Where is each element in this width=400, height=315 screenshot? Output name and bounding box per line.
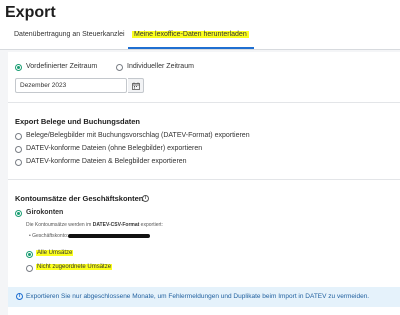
export-panel: Vordefinierter Zeitraum Individueller Ze…	[8, 52, 400, 315]
active-tab-indicator	[128, 47, 254, 49]
page-title: Export	[5, 4, 56, 21]
label-belege-buchungsvorschlag: Belege/Belegbilder mit Buchungsvorschlag…	[26, 132, 250, 139]
radio-belege-buchungsvorschlag[interactable]	[15, 133, 22, 140]
page-header: Export Datenübertragung an Steuerkanzlei…	[0, 0, 400, 50]
tab-daten-herunterladen[interactable]: Meine lexoffice-Daten herunterladen	[132, 31, 249, 38]
label-girokonten: Girokonten	[26, 209, 64, 216]
info-banner-text: Exportieren Sie nur abgeschlossene Monat…	[26, 293, 370, 300]
section-divider	[8, 179, 400, 180]
period-select-value: Dezember 2023	[20, 82, 67, 89]
account-transactions-heading: Kontoumsätze der Geschäftskonten	[15, 194, 144, 203]
radio-alle-umsaetze[interactable]	[26, 251, 33, 258]
info-banner: i Exportieren Sie nur abgeschlossene Mon…	[8, 287, 400, 307]
radio-individueller-zeitraum[interactable]	[116, 64, 123, 71]
radio-nicht-zugeordnete-umsaetze[interactable]	[26, 265, 33, 272]
label-datev-ohne-belegbilder: DATEV-konforme Dateien (ohne Belegbilder…	[26, 145, 203, 152]
section-divider	[8, 102, 400, 103]
radio-datev-ohne-belegbilder[interactable]	[15, 146, 22, 153]
export-format-name: DATEV-CSV-Format	[92, 222, 140, 228]
label-nicht-zugeordnete-umsaetze: Nicht zugeordnete Umsätze	[36, 264, 113, 270]
label-alle-umsaetze: Alle Umsätze	[36, 250, 74, 256]
radio-datev-mit-belegbildern[interactable]	[15, 159, 22, 166]
label-individueller-zeitraum: Individueller Zeitraum	[127, 63, 194, 70]
business-account-bullet: • Geschäftskonto:	[29, 233, 69, 239]
business-account-label: Geschäftskonto:	[32, 233, 69, 239]
info-icon[interactable]: i	[142, 195, 149, 202]
calendar-button[interactable]	[128, 78, 144, 93]
label-datev-mit-belegbildern: DATEV-konforme Dateien & Belegbilder exp…	[26, 158, 187, 165]
radio-vordefinierter-zeitraum[interactable]	[15, 64, 22, 71]
info-icon: i	[16, 293, 23, 300]
export-receipts-heading: Export Belege und Buchungsdaten	[15, 117, 141, 126]
radio-girokonten[interactable]	[15, 210, 22, 217]
export-format-description: Die Kontoumsätze werden im DATEV-CSV-For…	[26, 222, 163, 228]
redacted-account-number	[68, 234, 150, 238]
calendar-icon	[132, 82, 140, 90]
label-vordefinierter-zeitraum: Vordefinierter Zeitraum	[26, 63, 98, 70]
period-select[interactable]: Dezember 2023	[15, 78, 127, 93]
tab-datenuebertragung[interactable]: Datenübertragung an Steuerkanzlei	[14, 31, 125, 38]
tab-bar: Datenübertragung an Steuerkanzlei Meine …	[0, 26, 400, 50]
